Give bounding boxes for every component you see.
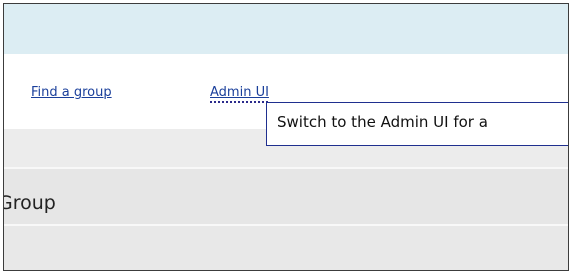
group-title: Group [3,192,56,214]
admin-ui-tooltip: Switch to the Admin UI for a [266,102,568,146]
tooltip-text: Switch to the Admin UI for a [277,113,488,131]
group-header: Group [4,169,568,224]
header-band [4,4,568,54]
content-band [4,226,568,270]
link-focus-indicator [210,99,268,103]
page-frame: Find a group Admin UI Group Switch to th… [3,3,569,271]
find-group-link[interactable]: Find a group [31,85,112,100]
admin-ui-link[interactable]: Admin UI [210,85,269,100]
